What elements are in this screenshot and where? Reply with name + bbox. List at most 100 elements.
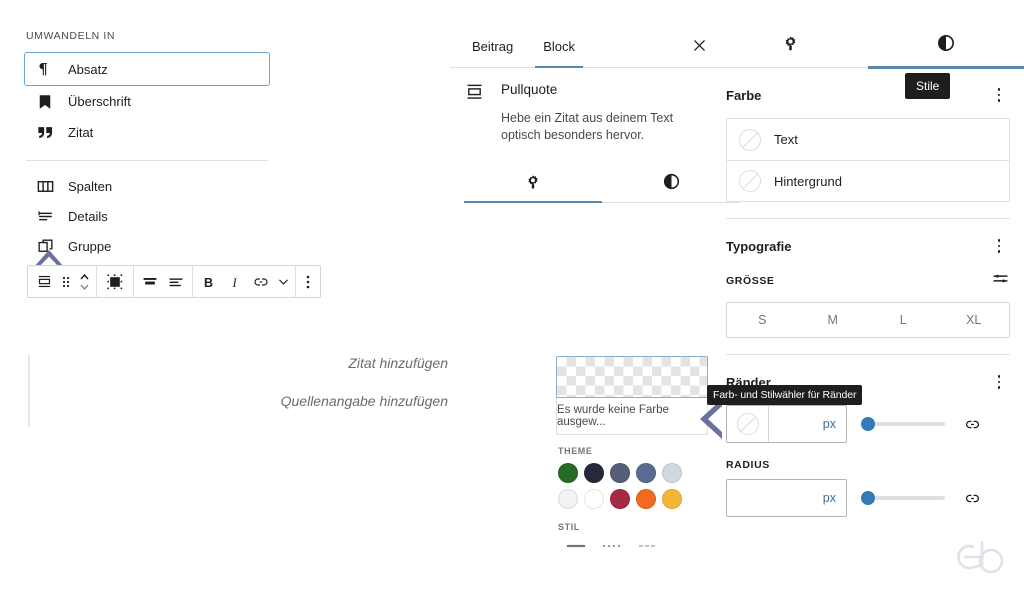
options-kebab-icon[interactable]: [299, 266, 317, 297]
menu-divider: [26, 160, 268, 161]
font-size-header: GRÖSSE: [726, 269, 1010, 293]
tooltip-raender: Farb- und Stilwähler für Ränder: [707, 385, 863, 405]
transform-option-quote[interactable]: Zitat: [24, 117, 270, 148]
section-title: Farbe: [726, 87, 762, 103]
align-block-icon[interactable]: [100, 266, 130, 297]
border-radius-unit[interactable]: px: [823, 491, 836, 505]
align-text-center-icon[interactable]: [137, 266, 163, 297]
toolbar-group-align-text: [134, 266, 193, 297]
pullquote-left-rule: [28, 355, 30, 427]
border-radius-slider[interactable]: [861, 488, 945, 508]
align-text-left-icon[interactable]: [163, 266, 189, 297]
font-size-toggle-group[interactable]: S M L XL: [726, 302, 1010, 338]
border-style-options: [556, 539, 708, 553]
drag-handle-icon[interactable]: [57, 266, 75, 297]
border-style-dotted[interactable]: [602, 539, 624, 553]
settings-gear-icon: [524, 173, 542, 196]
border-width-row: px: [726, 405, 1010, 443]
toolbar-group-block: [28, 266, 97, 297]
link-corners-icon[interactable]: [959, 485, 985, 511]
border-width-slider[interactable]: [861, 414, 945, 434]
transform-option-group[interactable]: Gruppe: [24, 231, 270, 261]
border-radius-row: px: [726, 479, 1010, 517]
transform-option-paragraph[interactable]: ¶ Absatz: [24, 52, 270, 86]
block-title: Pullquote: [501, 82, 558, 97]
theme-swatch[interactable]: [662, 463, 682, 483]
transform-option-label: Überschrift: [68, 94, 131, 109]
svg-text:¶: ¶: [38, 60, 48, 78]
color-preview-transparent[interactable]: [556, 356, 708, 398]
block-info-card: Pullquote Hebe ein Zitat aus deinem Text…: [464, 80, 740, 203]
section-typography-header: Typografie: [726, 233, 1010, 259]
theme-swatch[interactable]: [610, 489, 630, 509]
italic-icon[interactable]: I: [222, 266, 248, 297]
transform-option-columns[interactable]: Spalten: [24, 171, 270, 201]
border-width-unit[interactable]: px: [769, 406, 846, 442]
color-row-label: Hintergrund: [774, 173, 842, 189]
tab-beitrag[interactable]: Beitrag: [464, 39, 521, 67]
theme-swatch[interactable]: [636, 463, 656, 483]
custom-size-sliders-icon[interactable]: [991, 269, 1010, 293]
block-type-pullquote-icon[interactable]: [31, 266, 57, 297]
toolbar-group-align-block: [97, 266, 134, 297]
options-kebab-icon[interactable]: [988, 370, 1010, 394]
quote-placeholder[interactable]: Zitat hinzufügen: [28, 355, 448, 371]
theme-swatch[interactable]: [584, 489, 604, 509]
border-width-control[interactable]: px: [726, 405, 847, 443]
no-color-icon: [739, 128, 761, 151]
citation-placeholder[interactable]: Quellenangabe hinzufügen: [28, 393, 448, 409]
color-row-text[interactable]: Text: [727, 119, 1009, 160]
color-row-background[interactable]: Hintergrund: [727, 160, 1009, 201]
block-toolbar[interactable]: B I: [27, 265, 321, 298]
options-kebab-icon[interactable]: [988, 234, 1010, 258]
transform-option-details[interactable]: Details: [24, 201, 270, 231]
transform-option-label: Absatz: [68, 61, 108, 77]
font-size-option-s[interactable]: S: [727, 303, 798, 337]
tab-styles[interactable]: [868, 24, 1024, 69]
block-tab-settings[interactable]: [464, 166, 602, 203]
color-options-box: Text Hintergrund: [726, 118, 1010, 202]
transform-option-heading[interactable]: Überschrift: [24, 86, 270, 117]
move-up-down-icon[interactable]: [75, 266, 93, 297]
link-icon[interactable]: [248, 266, 274, 297]
font-size-option-l[interactable]: L: [868, 303, 939, 337]
inspector-panel: Farbe Text Hintergrund Typografie GRÖSSE…: [712, 68, 1024, 517]
border-style-dashed[interactable]: [638, 539, 660, 553]
theme-swatch[interactable]: [584, 463, 604, 483]
font-size-option-xl[interactable]: XL: [939, 303, 1010, 337]
theme-swatch[interactable]: [662, 489, 682, 509]
close-icon[interactable]: [685, 31, 713, 59]
border-radius-label: RADIUS: [726, 459, 770, 471]
color-row-label: Text: [774, 132, 798, 147]
no-color-icon: [736, 413, 759, 435]
tab-label: Beitrag: [472, 39, 514, 54]
chevron-down-icon[interactable]: [274, 266, 292, 297]
link-sides-icon[interactable]: [959, 411, 985, 437]
section-typography: Typografie GRÖSSE S M L XL: [712, 219, 1024, 355]
tab-block[interactable]: Block: [535, 39, 583, 68]
block-card-tab-bar: [464, 166, 740, 203]
border-color-picker-button[interactable]: [727, 406, 769, 442]
font-size-option-m[interactable]: M: [798, 303, 869, 337]
border-style-solid[interactable]: [566, 539, 588, 553]
theme-swatch[interactable]: [610, 463, 630, 483]
theme-swatch[interactable]: [558, 463, 578, 483]
inspector-tab-bar: [712, 24, 1024, 69]
styles-contrast-icon: [662, 172, 681, 196]
font-size-label: GRÖSSE: [726, 275, 775, 287]
toolbar-group-formatting: B I: [193, 266, 296, 297]
bold-icon[interactable]: B: [196, 266, 222, 297]
border-color-picker-popover: Es wurde keine Farbe ausgew... THEME STI…: [556, 356, 708, 553]
slider-thumb[interactable]: [861, 417, 875, 431]
theme-swatch[interactable]: [636, 489, 656, 509]
pullquote-block-canvas[interactable]: Zitat hinzufügen Quellenangabe hinzufüge…: [28, 355, 448, 427]
section-borders: Ränder px RADIUS px: [712, 355, 1024, 517]
border-radius-control[interactable]: px: [726, 479, 847, 517]
styles-contrast-icon: [936, 33, 956, 58]
theme-swatch[interactable]: [558, 489, 578, 509]
tab-settings[interactable]: [712, 24, 868, 68]
slider-thumb[interactable]: [861, 491, 875, 505]
heading-bookmark-icon: [35, 92, 55, 112]
options-kebab-icon[interactable]: [988, 83, 1010, 107]
quote-marks-icon: [35, 123, 55, 143]
